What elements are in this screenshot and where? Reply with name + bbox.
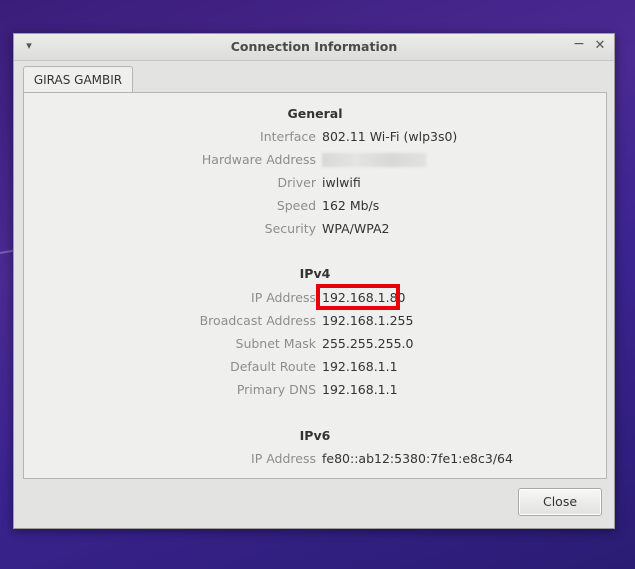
primary-dns-label: Primary DNS: [236, 382, 316, 397]
subnet-mask-value: 255.255.255.0: [322, 336, 414, 351]
broadcast-address-value: 192.168.1.255: [322, 313, 414, 328]
general-header: General: [287, 106, 343, 121]
window-title: Connection Information: [230, 39, 398, 54]
default-route-value: 192.168.1.1: [322, 359, 398, 374]
broadcast-address-label: Broadcast Address: [199, 313, 316, 328]
redacted-hardware-address: [322, 153, 426, 167]
driver-value: iwlwifi: [322, 175, 361, 190]
ipv4-header: IPv4: [299, 266, 331, 281]
primary-dns-value: 192.168.1.1: [322, 382, 398, 397]
interface-label: Interface: [260, 129, 316, 144]
speed-label: Speed: [276, 198, 316, 213]
close-button[interactable]: Close: [518, 488, 602, 516]
hardware-address-value: [322, 152, 426, 167]
connection-details-panel: General Interface 802.11 Wi-Fi (wlp3s0) …: [23, 92, 607, 479]
minimize-icon[interactable]: −: [571, 37, 587, 54]
connection-info-dialog: ▾ Connection Information − ✕ GIRAS GAMBI…: [13, 33, 615, 529]
title-bar: ▾ Connection Information − ✕: [14, 34, 614, 61]
security-value: WPA/WPA2: [322, 221, 390, 236]
security-label: Security: [264, 221, 316, 236]
driver-label: Driver: [277, 175, 316, 190]
speed-value: 162 Mb/s: [322, 198, 380, 213]
hardware-address-label: Hardware Address: [201, 152, 316, 167]
default-route-label: Default Route: [230, 359, 316, 374]
tab-connection[interactable]: GIRAS GAMBIR: [23, 66, 133, 92]
interface-value: 802.11 Wi-Fi (wlp3s0): [322, 129, 458, 144]
ipv6-header: IPv6: [299, 428, 331, 443]
ip-address-highlight-box: [316, 284, 400, 310]
close-icon[interactable]: ✕: [592, 38, 608, 54]
ipv6-ip-address-value: fe80::ab12:5380:7fe1:e8c3/64: [322, 451, 513, 466]
subnet-mask-label: Subnet Mask: [235, 336, 316, 351]
ipv4-ip-address-label: IP Address: [251, 290, 316, 305]
ipv6-ip-address-label: IP Address: [251, 451, 316, 466]
